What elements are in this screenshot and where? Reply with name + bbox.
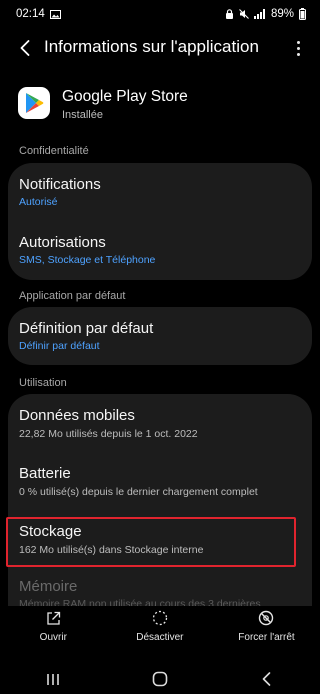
system-nav-bar xyxy=(0,664,320,694)
nav-back-button[interactable] xyxy=(213,664,320,694)
status-left: 02:14 xyxy=(16,8,61,20)
storage-title: Stockage xyxy=(19,523,82,540)
permissions-summary: SMS, Stockage et Téléphone xyxy=(19,254,156,266)
app-bar: Informations sur l'application xyxy=(0,32,320,64)
status-bar: 02:14 89% xyxy=(0,0,320,28)
battery-title: Batterie xyxy=(19,465,71,482)
mobile-data-row[interactable]: Données mobiles 22,82 Mo utilisés depuis… xyxy=(8,394,312,452)
open-button[interactable]: Ouvrir xyxy=(0,606,107,654)
battery-percent: 89% xyxy=(270,8,294,20)
open-external-icon xyxy=(46,609,61,627)
section-header-default-app: Application par défaut xyxy=(19,290,126,302)
battery-summary: 0 % utilisé(s) depuis le dernier chargem… xyxy=(19,486,258,498)
permissions-row[interactable]: Autorisations SMS, Stockage et Téléphone xyxy=(8,221,312,280)
back-button[interactable] xyxy=(14,37,36,59)
force-stop-label: Forcer l'arrêt xyxy=(238,632,295,643)
battery-icon xyxy=(299,8,306,20)
memory-row[interactable]: Mémoire Mémoire RAM non utilisée au cour… xyxy=(8,568,312,608)
mobile-data-title: Données mobiles xyxy=(19,407,135,424)
notifications-row[interactable]: Notifications Autorisé xyxy=(8,163,312,221)
disable-button[interactable]: Désactiver xyxy=(107,606,214,654)
set-default-title: Définition par défaut xyxy=(19,320,154,337)
disable-circle-icon xyxy=(152,609,168,627)
set-default-status: Définir par défaut xyxy=(19,340,100,352)
nav-back-icon xyxy=(262,672,271,686)
app-install-status: Installée xyxy=(62,109,103,121)
usage-card: Données mobiles 22,82 Mo utilisés depuis… xyxy=(8,394,312,608)
mobile-data-summary: 22,82 Mo utilisés depuis le 1 oct. 2022 xyxy=(19,428,198,440)
open-label: Ouvrir xyxy=(39,632,67,643)
storage-summary: 162 Mo utilisé(s) dans Stockage interne xyxy=(19,544,204,556)
home-button[interactable] xyxy=(107,664,214,694)
google-play-icon xyxy=(18,87,50,119)
page-title: Informations sur l'application xyxy=(44,37,259,56)
storage-row[interactable]: Stockage 162 Mo utilisé(s) dans Stockage… xyxy=(8,510,312,568)
default-app-card: Définition par défaut Définir par défaut xyxy=(8,307,312,365)
disable-label: Désactiver xyxy=(136,632,184,643)
back-arrow-icon xyxy=(20,40,30,56)
bottom-action-bar: Ouvrir Désactiver Forcer l'arrêt xyxy=(0,606,320,654)
battery-row[interactable]: Batterie 0 % utilisé(s) depuis le dernie… xyxy=(8,452,312,510)
home-icon xyxy=(152,671,168,687)
app-header: Google Play Store Installée xyxy=(18,84,308,124)
privacy-card: Notifications Autorisé Autorisations SMS… xyxy=(8,163,312,280)
stop-circle-icon xyxy=(258,609,274,627)
more-options-button[interactable] xyxy=(294,37,302,59)
more-vertical-icon xyxy=(296,40,300,44)
signal-icon xyxy=(253,9,266,19)
image-icon xyxy=(49,9,61,19)
status-time: 02:14 xyxy=(16,8,45,20)
memory-title: Mémoire xyxy=(19,578,78,595)
permissions-title: Autorisations xyxy=(19,234,106,251)
status-right: 89% xyxy=(225,8,306,20)
lock-icon xyxy=(225,9,234,19)
app-name: Google Play Store xyxy=(62,88,188,105)
notifications-title: Notifications xyxy=(19,176,101,193)
mute-icon xyxy=(239,9,249,19)
recents-icon xyxy=(47,673,60,685)
recents-button[interactable] xyxy=(0,664,107,694)
set-default-row[interactable]: Définition par défaut Définir par défaut xyxy=(8,307,312,365)
section-header-usage: Utilisation xyxy=(19,377,67,389)
section-header-privacy: Confidentialité xyxy=(19,145,89,157)
force-stop-button[interactable]: Forcer l'arrêt xyxy=(213,606,320,654)
notifications-status: Autorisé xyxy=(19,196,58,208)
app-info-screen: 02:14 89% Informations sur l'application… xyxy=(0,0,320,694)
